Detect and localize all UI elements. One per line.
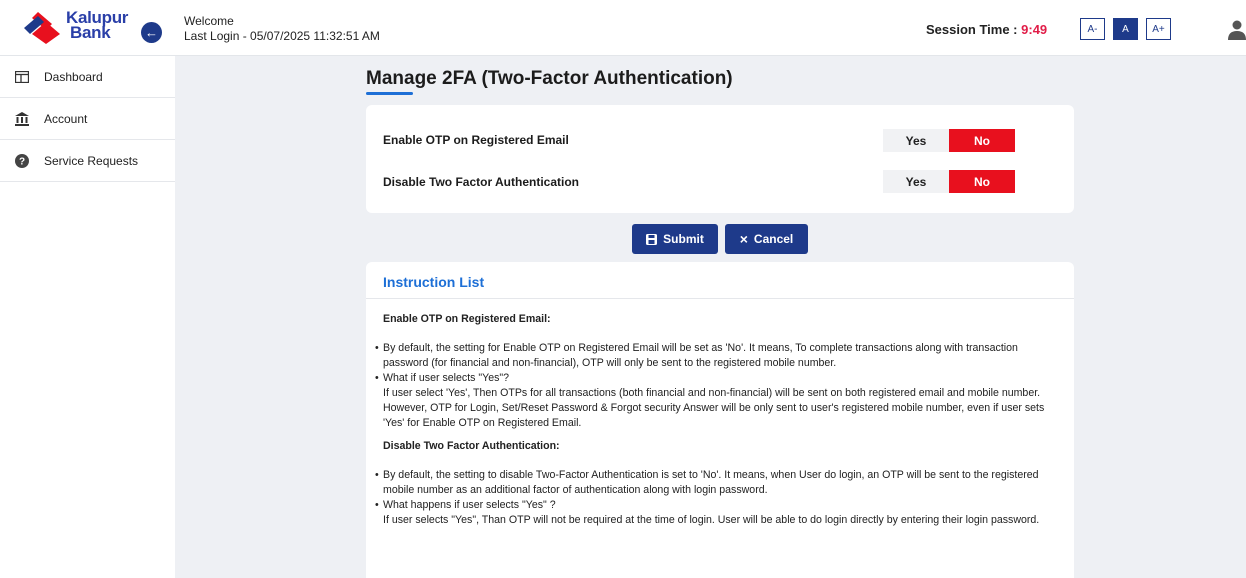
section-heading: Disable Two Factor Authentication: bbox=[383, 440, 560, 452]
list-item: What happens if user selects "Yes" ? bbox=[375, 498, 1051, 513]
divider bbox=[366, 298, 1074, 299]
email-otp-no-button[interactable]: No bbox=[949, 129, 1015, 152]
settings-card: Enable OTP on Registered Email Yes No Di… bbox=[366, 105, 1074, 213]
disable-2fa-yes-button[interactable]: Yes bbox=[883, 170, 949, 193]
session-time: 9:49 bbox=[1021, 22, 1048, 37]
sidebar-item-label: Account bbox=[44, 111, 88, 126]
top-header: Kalupur Bank ← Welcome Last Login - 05/0… bbox=[0, 0, 1246, 56]
disable-2fa-no-button[interactable]: No bbox=[949, 170, 1015, 193]
section-heading: Enable OTP on Registered Email: bbox=[383, 313, 551, 325]
setting-label: Enable OTP on Registered Email bbox=[383, 133, 569, 147]
submit-label: Submit bbox=[663, 232, 704, 246]
welcome-text: Welcome bbox=[184, 14, 234, 28]
bank-icon bbox=[14, 111, 30, 127]
title-underline bbox=[366, 92, 413, 95]
submit-button[interactable]: Submit bbox=[632, 224, 718, 254]
user-profile-icon[interactable] bbox=[1228, 20, 1246, 40]
last-login-text: Last Login - 05/07/2025 11:32:51 AM bbox=[184, 29, 380, 43]
font-decrease-button[interactable]: A- bbox=[1080, 18, 1105, 40]
close-icon: × bbox=[739, 231, 748, 247]
cancel-label: Cancel bbox=[753, 232, 794, 246]
font-normal-button[interactable]: A bbox=[1113, 18, 1138, 40]
instruction-paragraph: However, OTP for Login, Set/Reset Passwo… bbox=[383, 402, 1045, 429]
bank-name: Kalupur Bank bbox=[66, 8, 129, 42]
font-increase-button[interactable]: A+ bbox=[1146, 18, 1171, 40]
list-item: What if user selects "Yes"? bbox=[375, 371, 1051, 386]
session-timer: Session Time : 9:49 bbox=[926, 22, 1047, 37]
instruction-paragraph: If user selects "Yes", Than OTP will not… bbox=[383, 514, 1040, 526]
sidebar-item-service-requests[interactable]: ? Service Requests bbox=[0, 140, 175, 182]
sidebar-item-label: Service Requests bbox=[44, 153, 139, 168]
sidebar: Dashboard Account ? Service Requests bbox=[0, 56, 175, 578]
dashboard-icon bbox=[14, 69, 30, 85]
instruction-paragraph: If user select 'Yes', Then OTPs for all … bbox=[383, 387, 1041, 399]
list-item: By default, the setting to disable Two-F… bbox=[375, 468, 1051, 498]
instruction-list: By default, the setting for Enable OTP o… bbox=[375, 341, 1051, 386]
kalupur-logo-icon bbox=[24, 12, 60, 44]
save-icon bbox=[646, 233, 658, 245]
font-size-controls: A- A A+ bbox=[1080, 18, 1171, 40]
back-arrow-icon[interactable]: ← bbox=[141, 22, 162, 43]
list-item: By default, the setting for Enable OTP o… bbox=[375, 341, 1051, 371]
cancel-button[interactable]: × Cancel bbox=[725, 224, 808, 254]
sidebar-item-label: Dashboard bbox=[44, 69, 103, 84]
svg-text:?: ? bbox=[19, 156, 25, 167]
sidebar-item-account[interactable]: Account bbox=[0, 98, 175, 140]
instruction-title: Instruction List bbox=[383, 274, 485, 290]
setting-label: Disable Two Factor Authentication bbox=[383, 175, 580, 189]
instruction-panel: Instruction List Enable OTP on Registere… bbox=[366, 262, 1074, 578]
email-otp-toggle: Yes No bbox=[883, 129, 1015, 152]
sidebar-item-dashboard[interactable]: Dashboard bbox=[0, 56, 175, 98]
page-title: Manage 2FA (Two-Factor Authentication) bbox=[366, 68, 733, 89]
welcome-block: Welcome Last Login - 05/07/2025 11:32:51… bbox=[184, 14, 380, 44]
instruction-list: By default, the setting to disable Two-F… bbox=[375, 468, 1051, 513]
disable-2fa-toggle: Yes No bbox=[883, 170, 1015, 193]
session-label: Session Time : bbox=[926, 22, 1022, 37]
bank-logo[interactable]: Kalupur Bank bbox=[22, 8, 142, 46]
instruction-body: Enable OTP on Registered Email: By defau… bbox=[375, 312, 1051, 528]
help-icon: ? bbox=[14, 153, 30, 169]
email-otp-yes-button[interactable]: Yes bbox=[883, 129, 949, 152]
